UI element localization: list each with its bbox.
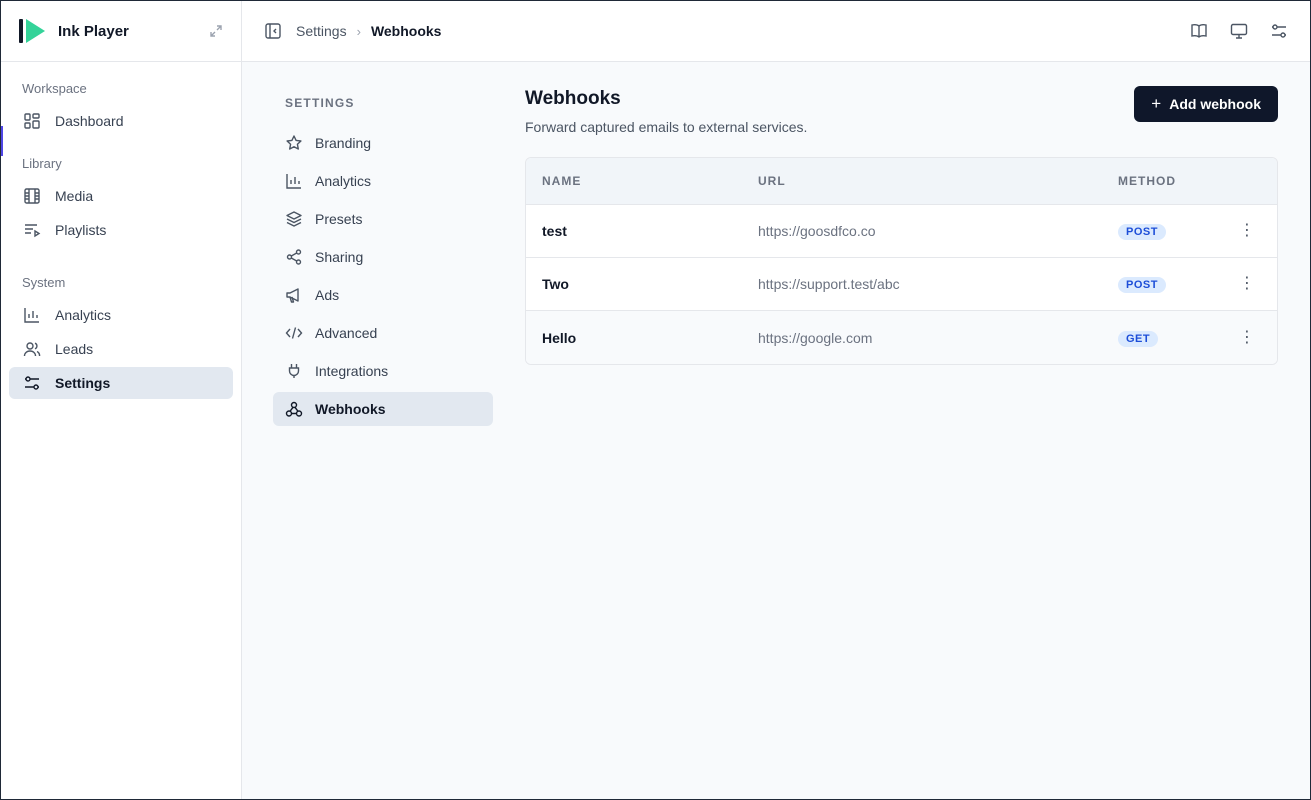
bar-chart-icon [24,308,39,323]
settings-item-analytics[interactable]: Analytics [273,164,493,198]
book-icon[interactable] [1190,22,1208,40]
settings-item-presets[interactable]: Presets [273,202,493,236]
sidebar-item-label: Playlists [55,222,107,238]
page-subtitle: Forward captured emails to external serv… [525,119,808,135]
film-icon [24,188,40,204]
settings-item-label: Presets [315,211,363,227]
monitor-icon[interactable] [1230,22,1248,40]
logo-icon [19,19,45,43]
layers-icon [286,211,302,227]
share-icon [286,249,302,265]
topbar: Settings › Webhooks [242,1,1310,62]
settings-item-label: Advanced [315,325,378,341]
sidebar-item-playlists[interactable]: Playlists [9,214,233,246]
table-header: NAME URL METHOD [526,158,1277,205]
settings-item-label: Webhooks [315,401,386,417]
webhook-url: https://google.com [758,329,873,346]
code-icon [285,327,303,339]
settings-item-label: Sharing [315,249,364,265]
sidebar: Ink Player Workspace Dashboard Library M… [1,1,242,799]
plug-icon [288,364,300,378]
content: SETTINGS Branding Analytics Presets Shar… [242,62,1310,799]
star-icon [286,135,302,150]
users-icon [23,342,41,357]
settings-item-branding[interactable]: Branding [273,126,493,160]
webhook-name: test [542,223,567,239]
column-header-url[interactable]: URL [758,174,1118,188]
nav-section-library: Library Media Playlists [1,139,241,246]
sidebar-item-label: Leads [55,341,94,357]
sidebar-item-label: Media [55,188,94,204]
dashboard-icon [24,113,40,129]
more-vertical-icon[interactable]: ⋮ [1239,223,1255,239]
sidebar-item-media[interactable]: Media [9,180,233,212]
webhook-url: https://support.test/abc [758,276,900,292]
settings-item-label: Ads [315,287,340,303]
table-row[interactable]: Two https://support.test/abc POST ⋮ [526,258,1277,311]
nav-section-label: Workspace [22,80,87,96]
add-webhook-label: Add webhook [1169,96,1261,112]
table-row[interactable]: Hello https://google.com GET ⋮ [526,311,1277,364]
webhook-name: Two [542,276,569,292]
panel-header: Webhooks Forward captured emails to exte… [525,86,1278,135]
settings-item-label: Branding [315,135,372,151]
webhook-name: Hello [542,329,577,346]
playlist-icon [25,224,41,238]
app-window: Ink Player Workspace Dashboard Library M… [0,0,1311,800]
column-header-name[interactable]: NAME [526,174,758,188]
sliders-icon[interactable] [1270,22,1288,40]
method-badge: GET [1118,330,1159,347]
sidebar-item-analytics[interactable]: Analytics [9,299,233,331]
app-name: Ink Player [58,22,129,40]
sidebar-item-dashboard[interactable]: Dashboard [9,105,233,137]
nav-section-system: System Analytics Leads Settings [1,248,241,399]
accent-mark [1,147,3,156]
main-area: Settings › Webhooks SETTINGS Branding An [242,1,1310,799]
settings-nav: SETTINGS Branding Analytics Presets Shar… [273,62,493,799]
sidebar-item-label: Dashboard [55,113,124,129]
settings-item-label: Analytics [315,173,372,189]
more-vertical-icon[interactable]: ⋮ [1239,329,1255,346]
sidebar-item-label: Settings [55,375,111,391]
brand-header: Ink Player [1,1,241,62]
sidebar-toggle-icon[interactable] [264,22,282,40]
settings-item-ads[interactable]: Ads [273,278,493,312]
webhook-url: https://goosdfco.co [758,223,876,239]
webhooks-panel: Webhooks Forward captured emails to exte… [525,62,1278,799]
column-header-method[interactable]: METHOD [1118,174,1208,188]
megaphone-icon [286,288,299,303]
method-badge: POST [1118,277,1166,293]
page-title: Webhooks [525,88,621,109]
nav-section-label: System [22,274,66,290]
sidebar-item-label: Analytics [55,307,112,323]
method-badge: POST [1118,224,1166,240]
sidebar-item-settings[interactable]: Settings [9,367,233,399]
table-row[interactable]: test https://goosdfco.co POST ⋮ [526,205,1277,258]
breadcrumb-settings[interactable]: Settings [296,23,347,39]
accent-mark [1,126,3,148]
settings-item-webhooks[interactable]: Webhooks [273,392,493,426]
breadcrumb: Settings › Webhooks [296,23,441,39]
settings-item-label: Integrations [315,363,389,379]
expand-icon[interactable] [207,22,225,40]
settings-item-sharing[interactable]: Sharing [273,240,493,274]
sidebar-item-leads[interactable]: Leads [9,333,233,365]
chevron-right-icon: › [356,23,361,39]
top-actions [1190,22,1288,40]
breadcrumb-current: Webhooks [370,23,442,39]
webhook-icon [285,401,303,417]
sliders-icon [25,376,39,390]
add-webhook-button[interactable]: + Add webhook [1134,86,1278,122]
settings-item-integrations[interactable]: Integrations [273,354,493,388]
plus-icon: + [1151,94,1162,113]
settings-item-advanced[interactable]: Advanced [273,316,493,350]
nav-section-workspace: Workspace Dashboard [1,62,241,137]
more-vertical-icon[interactable]: ⋮ [1239,276,1255,292]
bar-chart-icon [286,174,301,189]
nav-section-label: Library [22,155,62,171]
webhooks-table: NAME URL METHOD test https://goosdfco.co… [525,157,1278,365]
settings-nav-title: SETTINGS [285,96,355,110]
